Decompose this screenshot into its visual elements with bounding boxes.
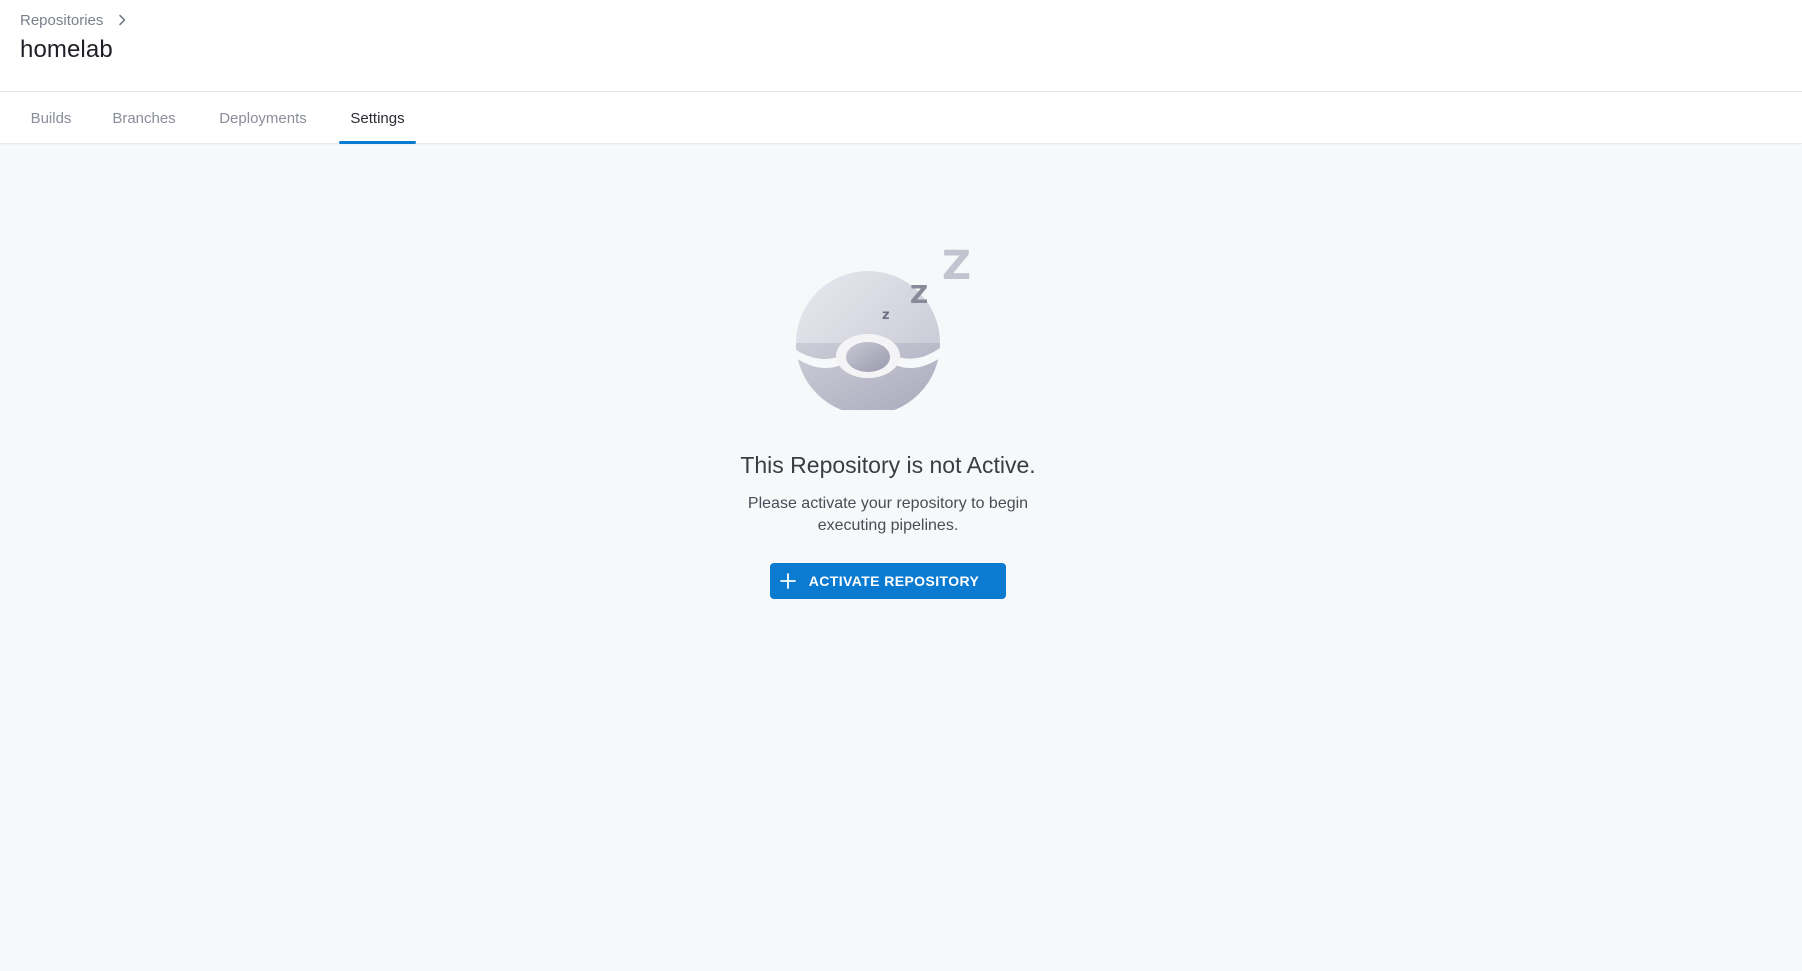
activate-repository-button[interactable]: ACTIVATE REPOSITORY (770, 563, 1006, 599)
empty-state-title: This Repository is not Active. (740, 452, 1036, 478)
tab-settings[interactable]: Settings (339, 92, 416, 144)
svg-text:z: z (882, 308, 890, 323)
tab-bar: Builds Branches Deployments Settings (0, 92, 1802, 144)
chevron-right-icon (115, 13, 129, 27)
plus-icon (779, 572, 797, 590)
page-title: homelab (20, 36, 113, 63)
svg-text:Z: Z (910, 280, 928, 309)
tab-builds[interactable]: Builds (20, 92, 82, 144)
breadcrumb-repositories-link[interactable]: Repositories (20, 12, 103, 29)
main-content: z Z Z This Repository is not Active. Ple… (0, 145, 1802, 971)
tab-deployments[interactable]: Deployments (210, 92, 316, 144)
sleeping-ball-icon: z Z Z (790, 240, 990, 415)
tab-branches[interactable]: Branches (104, 92, 184, 144)
page-header: Repositories homelab (0, 0, 1802, 92)
empty-state-description: Please activate your repository to begin… (747, 495, 1029, 534)
svg-text:Z: Z (942, 243, 971, 289)
activate-repository-label: ACTIVATE REPOSITORY (808, 573, 980, 589)
breadcrumb: Repositories (20, 11, 129, 29)
